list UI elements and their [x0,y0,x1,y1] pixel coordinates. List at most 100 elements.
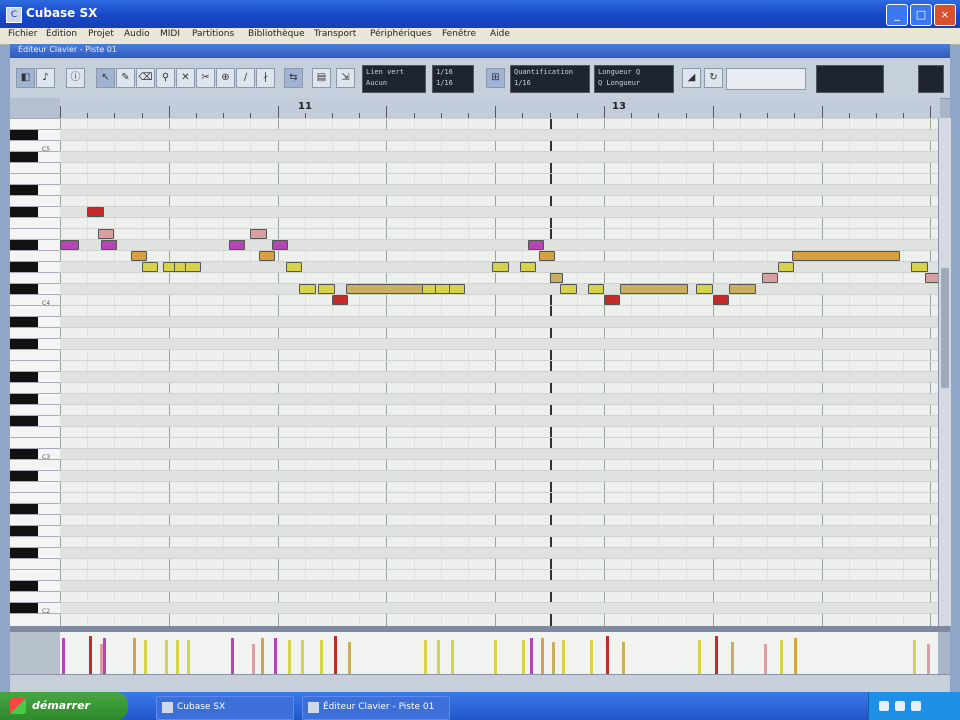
window-title-bar[interactable]: C Cubase SX _ □ × [0,0,960,28]
menu-projet[interactable]: Projet [88,29,114,39]
velocity-bar[interactable] [301,640,305,674]
midi-note[interactable] [911,262,928,272]
black-key[interactable] [10,449,38,459]
black-key[interactable] [10,152,38,162]
color-scheme-icon[interactable]: ▤ [312,68,331,88]
black-key[interactable] [10,130,38,140]
velocity-bar[interactable] [551,642,555,674]
velocity-bar[interactable] [347,642,351,674]
midi-note[interactable] [761,273,779,283]
midi-note[interactable] [285,262,303,272]
velocity-bar[interactable] [165,640,169,674]
midi-note[interactable] [299,284,316,294]
velocity-lane[interactable] [60,632,938,674]
velocity-bar[interactable] [187,640,191,674]
velocity-bar[interactable] [260,638,264,674]
menu-aide[interactable]: Aide [490,29,510,39]
velocity-bar[interactable] [274,638,278,674]
velocity-bar[interactable] [529,638,533,674]
velocity-bar[interactable] [437,640,441,674]
velocity-bar[interactable] [698,640,702,674]
midi-note[interactable] [258,251,275,261]
velocity-bar[interactable] [143,640,147,674]
black-key[interactable] [10,317,38,327]
eraser-tool-icon[interactable]: ⌫ [136,68,155,88]
black-key[interactable] [10,504,38,514]
taskbar-item-editor[interactable]: Éditeur Clavier - Piste 01 [302,696,450,720]
tray-icon[interactable] [911,701,921,711]
black-key[interactable] [10,526,38,536]
black-key[interactable] [10,471,38,481]
midi-note[interactable] [318,284,335,294]
lcd-length-quantize[interactable]: Longueur Q Q Longueur [594,65,674,93]
velocity-bar[interactable] [926,644,930,674]
solo-editor-icon[interactable]: ◧ [16,68,35,88]
velocity-bar[interactable] [230,638,234,674]
midi-note[interactable] [538,251,556,261]
velocity-bar[interactable] [132,638,136,674]
velocity-bar[interactable] [714,636,718,674]
menu-edition[interactable]: Édition [46,29,77,39]
midi-note[interactable] [100,240,118,250]
start-button[interactable]: démarrer [0,692,128,720]
midi-note[interactable] [185,262,202,272]
velocity-bar[interactable] [450,640,454,674]
velocity-bar[interactable] [731,642,735,674]
velocity-bar[interactable] [334,636,337,674]
drumstick-tool-icon[interactable]: ∤ [256,68,275,88]
minimize-button[interactable]: _ [886,4,908,26]
midi-note[interactable] [924,273,938,283]
menu-fenetre[interactable]: Fenêtre [442,29,476,39]
menu-bibliotheque[interactable]: Bibliothèque [248,29,305,39]
menu-audio[interactable]: Audio [124,29,150,39]
velocity-bar[interactable] [287,640,291,674]
midi-note[interactable] [791,251,901,261]
black-key[interactable] [10,240,38,250]
midi-note[interactable] [332,295,349,305]
black-key[interactable] [10,581,38,591]
maximize-button[interactable]: □ [910,4,932,26]
midi-note[interactable] [98,229,115,239]
velocity-bar[interactable] [423,640,427,674]
black-key[interactable] [10,207,38,217]
midi-note[interactable] [778,262,795,272]
lcd-step[interactable]: 1/16 1/16 [432,65,474,93]
velocity-bar[interactable] [562,640,566,674]
midi-note[interactable] [527,240,545,250]
midi-note[interactable] [141,262,158,272]
black-key[interactable] [10,262,38,272]
loop-icon[interactable]: ↻ [704,68,723,88]
velocity-bar[interactable] [521,640,525,674]
midi-note[interactable] [560,284,577,294]
midi-note[interactable] [549,273,564,283]
menu-peripheriques[interactable]: Périphériques [370,29,432,39]
menu-midi[interactable]: MIDI [160,29,180,39]
black-key[interactable] [10,603,38,613]
menu-transport[interactable]: Transport [314,29,356,39]
menu-partitions[interactable]: Partitions [192,29,234,39]
velocity-icon[interactable]: ◢ [682,68,701,88]
color-menu[interactable] [726,68,806,90]
menu-fichier[interactable]: Fichier [8,29,37,39]
midi-note[interactable] [448,284,466,294]
acoustic-feedback-icon[interactable]: ♪ [36,68,55,88]
midi-note[interactable] [696,284,713,294]
velocity-bar[interactable] [606,636,609,674]
arrow-tool-icon[interactable]: ↖ [96,68,115,88]
horizontal-scrollbar[interactable] [10,674,950,693]
midi-note[interactable] [250,229,267,239]
midi-note[interactable] [228,240,245,250]
velocity-bar[interactable] [913,640,917,674]
editor-title-bar[interactable]: Éditeur Clavier - Piste 01 [10,44,950,58]
velocity-bar[interactable] [780,640,784,674]
glue-tool-icon[interactable]: ⊕ [216,68,235,88]
midi-note[interactable] [492,262,509,272]
midi-note[interactable] [519,262,536,272]
midi-note[interactable] [712,295,730,305]
line-tool-icon[interactable]: ∕ [236,68,255,88]
mute-tool-icon[interactable]: ✕ [176,68,195,88]
timeline-ruler[interactable]: 11 13 [60,98,940,119]
tray-icon[interactable] [895,701,905,711]
velocity-bar[interactable] [494,640,498,674]
midi-note[interactable] [345,284,428,294]
